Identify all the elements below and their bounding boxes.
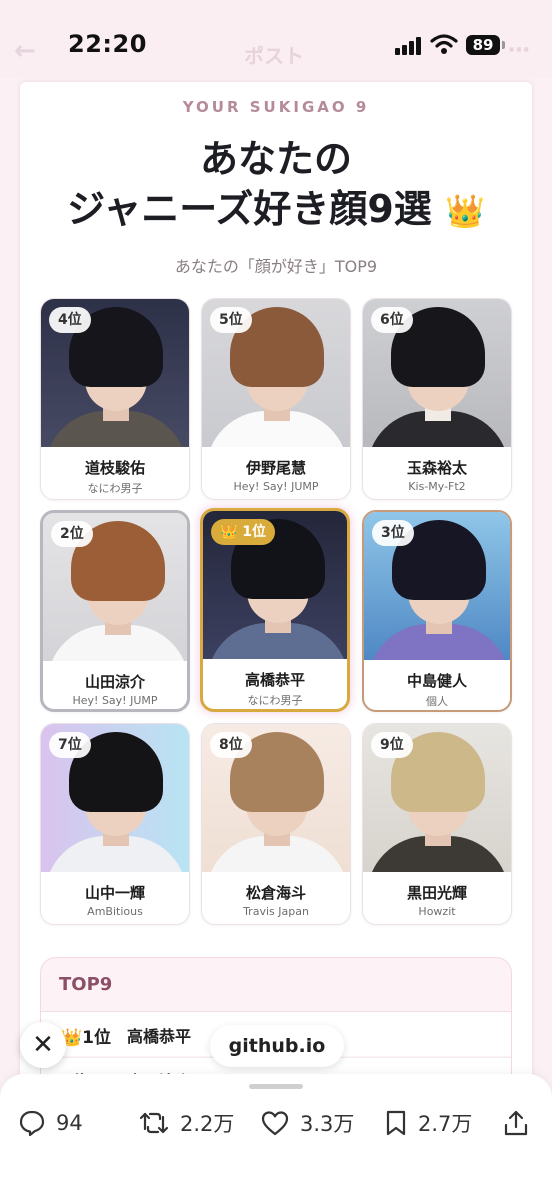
eyebrow-label: YOUR SUKIGAO 9 [182, 98, 370, 116]
action-bar: 94 2.2万 3.3万 2.7万 [0, 1074, 552, 1200]
rank-badge: 3位 [372, 520, 414, 546]
member-group: Kis-My-Ft2 [408, 480, 466, 493]
rank-card[interactable]: 3位 中島健人 個人 [362, 510, 512, 712]
like-button[interactable]: 3.3万 [260, 1108, 354, 1138]
repost-icon [139, 1112, 169, 1134]
link-domain-pill[interactable]: github.io [210, 1025, 344, 1067]
member-group: なにわ男子 [87, 482, 143, 495]
battery-tip [502, 41, 505, 49]
top9-title: TOP9 [59, 974, 113, 995]
like-count: 3.3万 [300, 1112, 355, 1136]
member-group: Travis Japan [243, 905, 309, 918]
heart-icon [261, 1111, 289, 1136]
member-name: 道枝駿佑 [84, 459, 145, 477]
member-name: 松倉海斗 [245, 884, 306, 902]
back-arrow-icon[interactable]: ← [14, 36, 36, 66]
rank-card[interactable]: 4位 道枝駿佑 なにわ男子 [40, 298, 190, 500]
rank-card[interactable]: 9位 黒田光輝 Howzit [362, 723, 512, 925]
member-name: 山田涼介 [84, 673, 145, 691]
rank-card[interactable]: 8位 松倉海斗 Travis Japan [201, 723, 351, 925]
member-group: なにわ男子 [247, 694, 303, 707]
more-icon[interactable]: ⋯ [508, 38, 530, 63]
wifi-icon [430, 34, 458, 54]
crown-icon: 👑 [445, 192, 485, 230]
battery-icon: 89 [466, 35, 500, 55]
close-button[interactable]: ✕ [20, 1022, 66, 1068]
top9-rank: 👑1位 [61, 1028, 111, 1048]
rank-badge: 2位 [51, 521, 93, 547]
drag-handle[interactable] [249, 1084, 303, 1089]
page-subtitle: あなたの「顔が好き」TOP9 [174, 257, 378, 276]
rank-badge: 6位 [371, 307, 413, 333]
page-title-line2: ジャニーズ好き顔9選 👑 [0, 186, 552, 234]
rank-badge: 8位 [210, 732, 252, 758]
rank-badge: 5位 [210, 307, 252, 333]
top9-name: 高橋恭平 [127, 1027, 192, 1046]
member-name: 山中一輝 [84, 884, 145, 902]
rank-badge: 👑 1位 [211, 519, 276, 545]
member-group: Howzit [418, 905, 456, 918]
page-title-text: ジャニーズ好き顔9選 [67, 187, 432, 231]
rank-card[interactable]: 6位 玉森裕太 Kis-My-Ft2 [362, 298, 512, 500]
share-button[interactable] [502, 1108, 530, 1138]
member-group: Hey! Say! JUMP [233, 480, 319, 493]
rank-badge: 7位 [49, 732, 91, 758]
reply-count: 94 [56, 1111, 83, 1135]
rank-card-first[interactable]: 👑 1位 高橋恭平 なにわ男子 [200, 508, 350, 712]
member-name: 中島健人 [406, 672, 467, 690]
repost-count: 2.2万 [180, 1112, 235, 1136]
bookmark-button[interactable]: 2.7万 [384, 1108, 472, 1138]
rank-card[interactable]: 2位 山田涼介 Hey! Say! JUMP [40, 510, 190, 712]
reply-button[interactable]: 94 [18, 1108, 83, 1138]
rank-card[interactable]: 7位 山中一輝 AmBitious [40, 723, 190, 925]
share-icon [504, 1110, 528, 1136]
rank-badge: 4位 [49, 307, 91, 333]
member-name: 玉森裕太 [406, 459, 467, 477]
member-group: 個人 [426, 695, 448, 708]
bookmark-count: 2.7万 [418, 1112, 473, 1136]
page-title-line1: あなたの [199, 137, 352, 181]
status-bar: ← ポスト ⋯ 22:20 89 [0, 0, 552, 78]
member-group: Hey! Say! JUMP [72, 694, 158, 707]
post-header-title: ポスト [244, 44, 304, 68]
repost-button[interactable]: 2.2万 [138, 1108, 234, 1138]
rank-badge: 9位 [371, 732, 413, 758]
signal-icon [395, 37, 425, 55]
status-time: 22:20 [68, 30, 147, 58]
rank-card[interactable]: 5位 伊野尾慧 Hey! Say! JUMP [201, 298, 351, 500]
member-group: AmBitious [87, 905, 143, 918]
member-name: 伊野尾慧 [245, 459, 306, 477]
member-name: 高橋恭平 [244, 671, 305, 689]
member-name: 黒田光輝 [406, 884, 467, 902]
bookmark-icon [386, 1110, 406, 1136]
reply-icon [19, 1110, 45, 1137]
